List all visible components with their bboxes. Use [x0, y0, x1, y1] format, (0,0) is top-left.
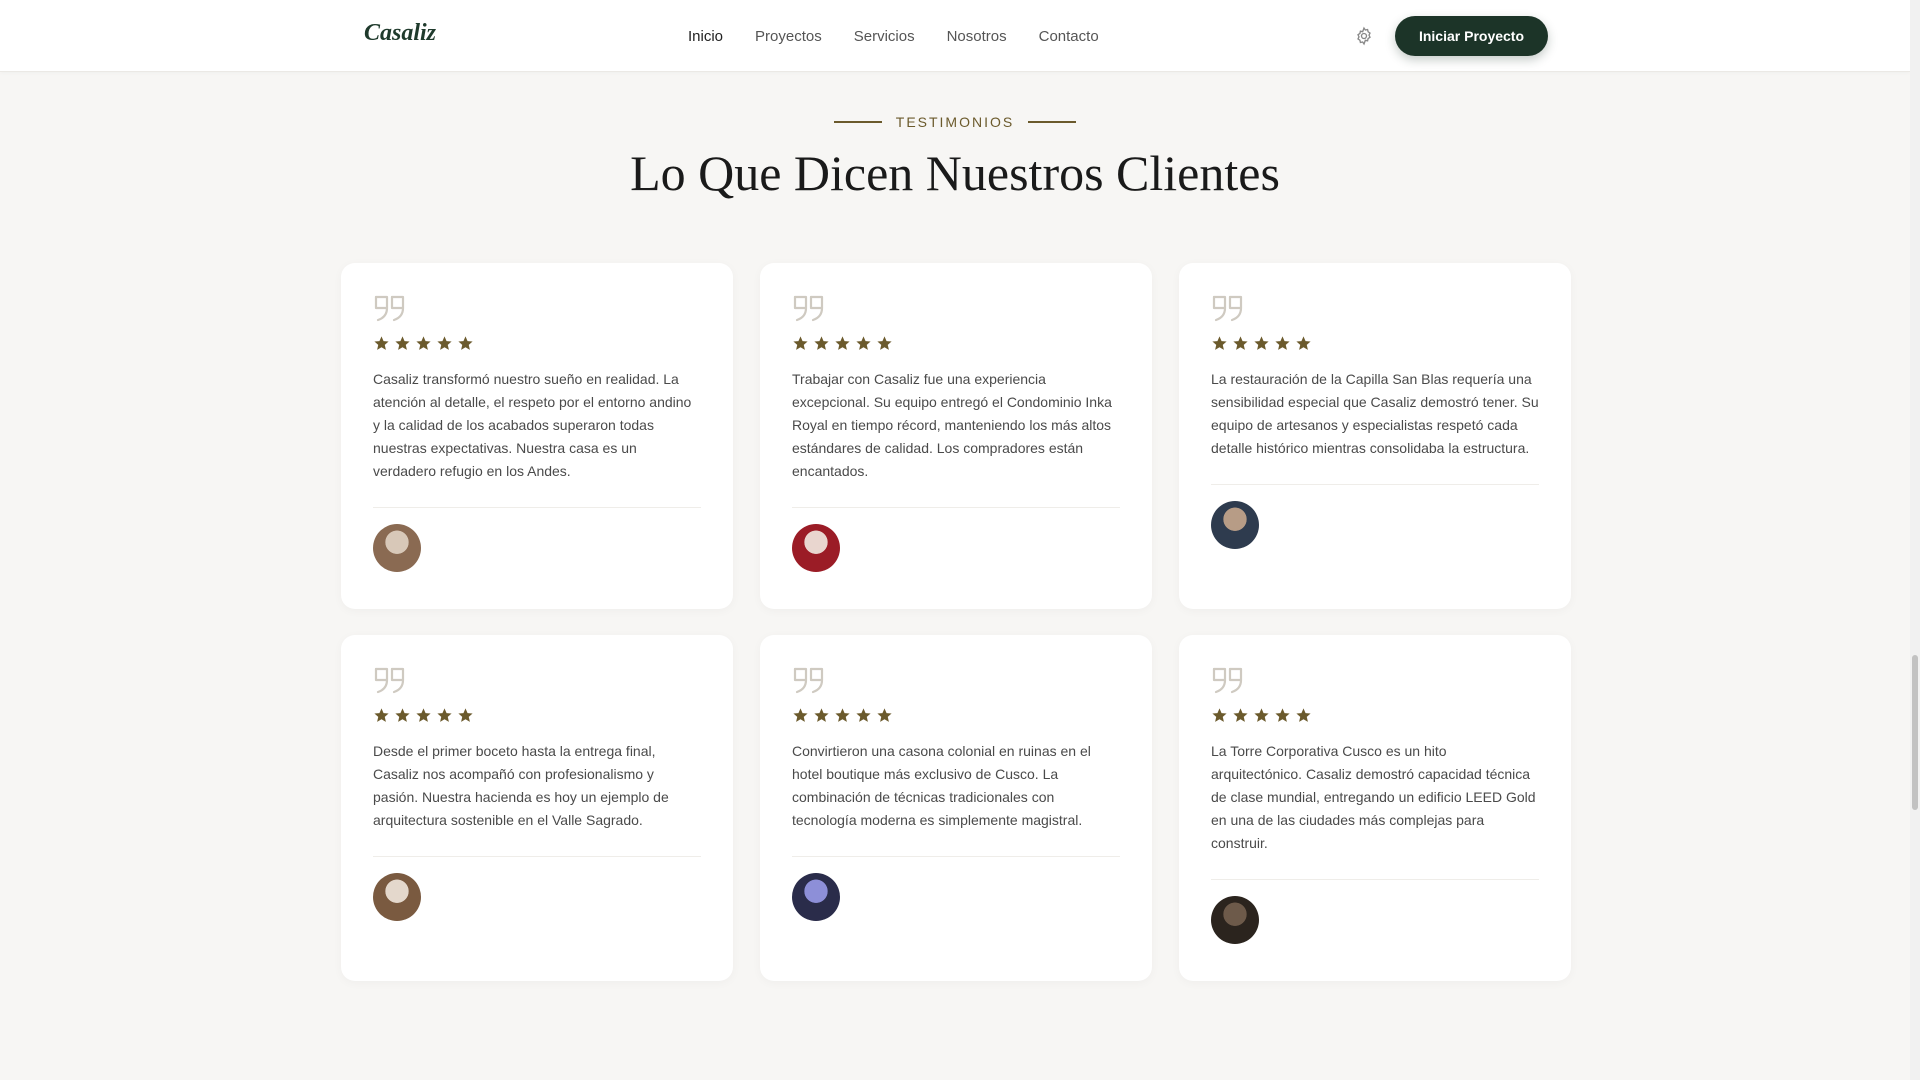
avatar	[792, 873, 840, 921]
star-icon	[458, 708, 473, 722]
star-icon	[458, 336, 473, 350]
star-icon	[1212, 708, 1227, 722]
avatar	[373, 873, 421, 921]
quote-icon	[374, 295, 405, 322]
avatar	[373, 524, 421, 572]
avatar	[1211, 896, 1259, 944]
eyebrow-text: TESTIMONIOS	[895, 114, 1015, 130]
nav-servicios[interactable]: Servicios	[854, 28, 915, 45]
scrollbar-thumb[interactable]	[1912, 655, 1918, 810]
testimonial-text: Convirtieron una casona colonial en ruin…	[792, 743, 1091, 828]
gear-icon[interactable]	[1354, 26, 1374, 46]
quote-icon	[1212, 667, 1243, 694]
rating-stars	[1211, 707, 1539, 724]
testimonial-author	[792, 873, 1120, 921]
star-icon	[374, 336, 389, 350]
testimonial-card: Casaliz transformó nuestro sueño en real…	[341, 263, 733, 609]
card-divider	[373, 507, 701, 508]
nav-proyectos[interactable]: Proyectos	[755, 28, 822, 45]
star-icon	[437, 708, 452, 722]
testimonial-author	[1211, 501, 1539, 549]
testimonial-card: La Torre Corporativa Cusco es un hito ar…	[1179, 635, 1571, 981]
eyebrow-line-right	[1028, 121, 1077, 123]
star-icon	[395, 336, 410, 350]
testimonial-text: Trabajar con Casaliz fue una experiencia…	[792, 371, 1112, 479]
star-icon	[835, 708, 850, 722]
rating-stars	[792, 335, 1120, 352]
logo[interactable]: Casaliz	[364, 20, 436, 47]
star-icon	[437, 336, 452, 350]
star-icon	[1254, 336, 1269, 350]
star-icon	[1233, 336, 1248, 350]
card-divider	[1211, 484, 1539, 485]
quote-icon	[793, 667, 824, 694]
star-icon	[814, 336, 829, 350]
quote-icon	[374, 667, 405, 694]
star-icon	[877, 336, 892, 350]
testimonial-author	[373, 524, 701, 572]
site-header: Casaliz Inicio Proyectos Servicios Nosot…	[0, 0, 1910, 72]
rating-stars	[792, 707, 1120, 724]
testimonial-card: Trabajar con Casaliz fue una experiencia…	[760, 263, 1152, 609]
card-divider	[792, 507, 1120, 508]
star-icon	[793, 336, 808, 350]
main-nav: Inicio Proyectos Servicios Nosotros Cont…	[688, 0, 1099, 72]
star-icon	[793, 708, 808, 722]
testimonial-card: La restauración de la Capilla San Blas r…	[1179, 263, 1571, 609]
testimonial-text: Casaliz transformó nuestro sueño en real…	[373, 371, 692, 479]
nav-nosotros[interactable]: Nosotros	[947, 28, 1007, 45]
testimonial-author	[373, 873, 701, 921]
star-icon	[395, 708, 410, 722]
card-divider	[1211, 879, 1539, 880]
card-divider	[373, 856, 701, 857]
star-icon	[416, 708, 431, 722]
star-icon	[856, 336, 871, 350]
star-icon	[374, 708, 389, 722]
quote-icon	[793, 295, 824, 322]
eyebrow-line-left	[833, 121, 882, 123]
testimonial-card: Desde el primer boceto hasta la entrega …	[341, 635, 733, 981]
star-icon	[1296, 708, 1311, 722]
testimonial-text: La restauración de la Capilla San Blas r…	[1211, 371, 1539, 456]
star-icon	[856, 708, 871, 722]
section-title: Lo Que Dicen Nuestros Clientes	[630, 145, 1280, 201]
star-icon	[1275, 708, 1290, 722]
testimonials-grid: Casaliz transformó nuestro sueño en real…	[341, 263, 1571, 981]
nav-contacto[interactable]: Contacto	[1039, 28, 1099, 45]
star-icon	[814, 708, 829, 722]
nav-inicio[interactable]: Inicio	[688, 28, 723, 45]
rating-stars	[373, 335, 701, 352]
testimonial-author	[792, 524, 1120, 572]
testimonial-text: La Torre Corporativa Cusco es un hito ar…	[1211, 743, 1536, 851]
star-icon	[1254, 708, 1269, 722]
card-divider	[792, 856, 1120, 857]
star-icon	[1275, 336, 1290, 350]
star-icon	[1296, 336, 1311, 350]
quote-icon	[1212, 295, 1243, 322]
star-icon	[877, 708, 892, 722]
scrollbar-track[interactable]	[1910, 0, 1920, 1080]
start-project-button[interactable]: Iniciar Proyecto	[1395, 16, 1548, 56]
rating-stars	[373, 707, 701, 724]
avatar	[792, 524, 840, 572]
star-icon	[1212, 336, 1227, 350]
avatar	[1211, 501, 1259, 549]
rating-stars	[1211, 335, 1539, 352]
star-icon	[1233, 708, 1248, 722]
star-icon	[835, 336, 850, 350]
testimonial-card: Convirtieron una casona colonial en ruin…	[760, 635, 1152, 981]
testimonial-text: Desde el primer boceto hasta la entrega …	[373, 743, 669, 828]
testimonial-author	[1211, 896, 1539, 944]
star-icon	[416, 336, 431, 350]
section-eyebrow: TESTIMONIOS	[0, 114, 1910, 130]
